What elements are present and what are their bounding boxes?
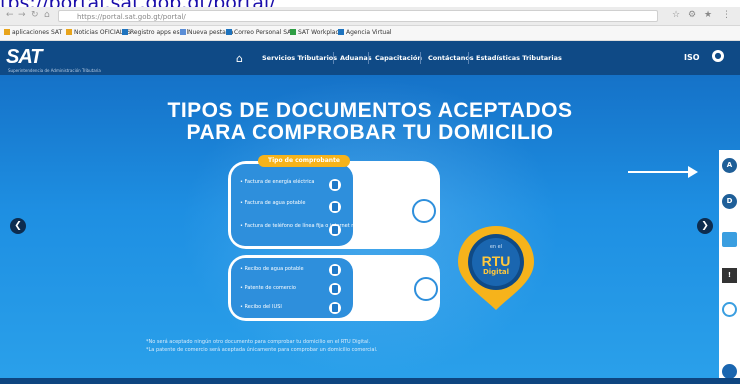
menu-contactanos[interactable]: Contáctanos (428, 54, 474, 62)
chat-icon[interactable] (722, 364, 737, 379)
user-icon[interactable]: ● (712, 50, 724, 62)
footnote-2: *La patente de comercio será aceptada ún… (146, 347, 378, 353)
list-item: • Recibo de agua potable (240, 266, 304, 272)
menu-icon[interactable]: ⋮ (722, 10, 731, 20)
footnote-1: *No será aceptado ningún otro documento … (146, 339, 371, 345)
bookmark-item[interactable]: Agencia Virtual (338, 29, 392, 36)
banner-title-line1: TIPOS DE DOCUMENTOS ACEPTADOS (167, 99, 573, 122)
house-icon (329, 302, 341, 314)
phone-icon (329, 224, 341, 236)
document-icon (329, 283, 341, 295)
menu-aduanas[interactable]: Aduanas (340, 54, 372, 62)
carousel-next-button[interactable]: ❯ (697, 218, 713, 234)
menu-capacitacion[interactable]: Capacitación (375, 54, 422, 62)
menu-servicios-tributarios[interactable]: Servicios Tributarios (262, 54, 337, 62)
rtu-label: en el RTU Digital (481, 244, 511, 276)
sat-logo[interactable]: SAT (6, 46, 43, 69)
list-item: • Factura de teléfono de línea fija o in… (240, 223, 379, 229)
menu-estadisticas[interactable]: Estadísticas Tributarias (476, 54, 562, 62)
water-drop-icon (329, 264, 341, 276)
list-item: • Recibo del IUSI (240, 304, 282, 310)
extension-icon[interactable]: ⚙ (688, 10, 696, 20)
attach-icon (414, 277, 438, 301)
logo-subtitle: Superintendencia de Administración Tribu… (8, 68, 101, 73)
bookmark-item[interactable]: Registro apps escal (122, 29, 188, 36)
share-icon[interactable] (722, 232, 737, 247)
bookmark-item[interactable]: aplicaciones SAT (4, 29, 62, 36)
refresh-icon[interactable] (722, 302, 737, 317)
menu-divider (333, 52, 334, 64)
list-item: • Factura de agua potable (240, 200, 306, 206)
star-icon[interactable]: ☆ (672, 10, 680, 20)
accessibility-icon[interactable]: A (722, 158, 737, 173)
tipo-comprobante-tag: Tipo de comprobante (258, 155, 350, 167)
arrow-annotation-icon (628, 166, 698, 178)
bookmarks-bar: aplicaciones SAT Noticias OFICIALES Regi… (0, 26, 740, 41)
forward-icon[interactable]: → (18, 10, 26, 20)
warning-icon[interactable]: ! (722, 268, 737, 283)
list-item: • Factura de energía eléctrica (240, 179, 315, 185)
invoice-icon (412, 199, 436, 223)
side-toolbar: A D ! (719, 150, 740, 379)
carousel-prev-button[interactable]: ❮ (10, 218, 26, 234)
bookmark-icon[interactable]: ★ (704, 10, 712, 20)
site-header: SAT Superintendencia de Administración T… (0, 41, 740, 75)
reload-icon[interactable]: ↻ (31, 10, 39, 20)
browser-toolbar: ← → ↻ ⌂ https://portal.sat.gob.gt/portal… (0, 7, 740, 26)
home-browser-icon[interactable]: ⌂ (44, 10, 50, 20)
water-icon (329, 201, 341, 213)
iso-badge: ISO (684, 53, 700, 62)
document-side-icon[interactable]: D (722, 194, 737, 209)
banner-title-line2: PARA COMPROBAR TU DOMICILIO (186, 121, 554, 144)
menu-divider (468, 52, 469, 64)
bookmark-item[interactable]: Correo Personal SAT (226, 29, 294, 36)
menu-divider (368, 52, 369, 64)
bookmark-item[interactable]: SAT Workplace (290, 29, 342, 36)
address-bar[interactable]: https://portal.sat.gob.gt/portal/ (58, 10, 658, 22)
bulb-icon (329, 179, 341, 191)
bottom-strip (0, 378, 740, 384)
carousel-banner: TIPOS DE DOCUMENTOS ACEPTADOS PARA COMPR… (0, 75, 740, 378)
home-icon[interactable]: ⌂ (236, 52, 243, 65)
menu-divider (420, 52, 421, 64)
list-item: • Patente de comercio (240, 285, 296, 291)
back-icon[interactable]: ← (6, 10, 14, 20)
